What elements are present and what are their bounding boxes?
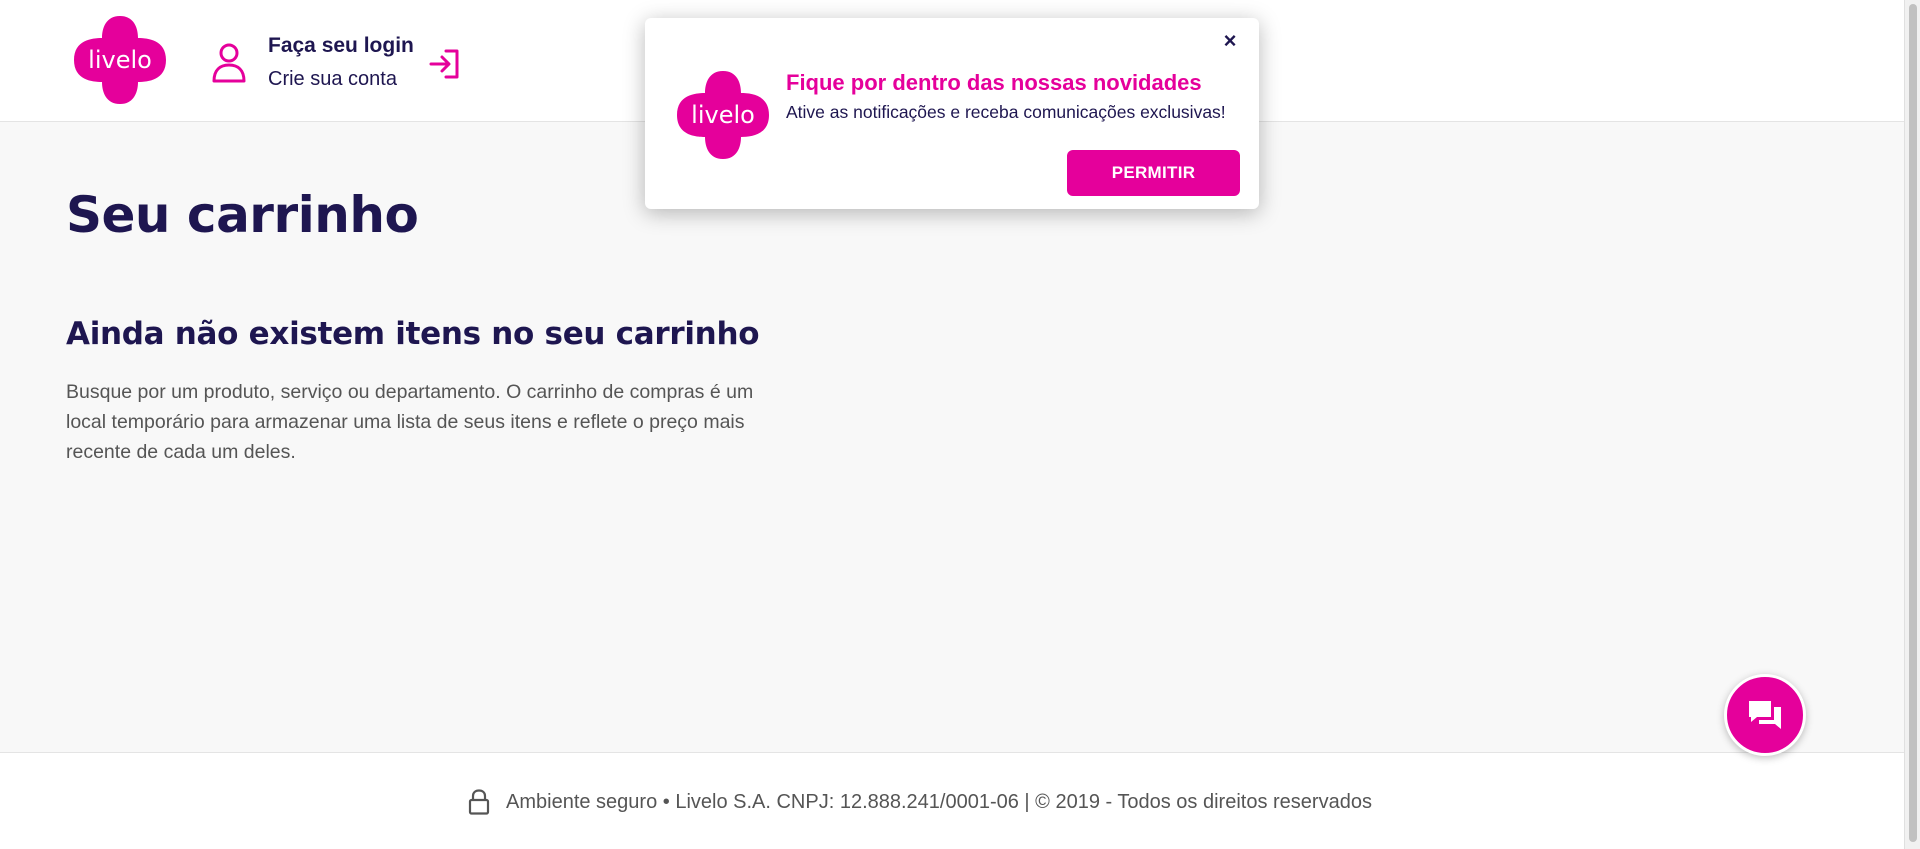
allow-notifications-button[interactable]: PERMITIR bbox=[1067, 150, 1240, 196]
empty-cart-title: Ainda não existem itens no seu carrinho bbox=[66, 316, 760, 352]
empty-cart-description: Busque por um produto, serviço ou depart… bbox=[66, 381, 754, 463]
footer-legal-text: Ambiente seguro • Livelo S.A. CNPJ: 12.8… bbox=[506, 790, 1372, 813]
scrollbar-thumb[interactable] bbox=[1909, 4, 1917, 842]
user-icon bbox=[210, 42, 248, 84]
popup-subtitle: Ative as notificações e receba comunicaç… bbox=[786, 102, 1226, 122]
notification-popup: × livelo Fique por dentro das nossas nov… bbox=[645, 18, 1259, 209]
popup-title: Fique por dentro das nossas novidades bbox=[786, 70, 1202, 95]
page-scrollbar[interactable] bbox=[1904, 0, 1920, 849]
chat-button[interactable] bbox=[1724, 674, 1806, 756]
close-icon[interactable]: × bbox=[1219, 30, 1241, 52]
page-title: Seu carrinho bbox=[66, 186, 419, 244]
login-area: Faça seu login Crie sua conta bbox=[210, 30, 462, 96]
livelo-logo-popup: livelo bbox=[675, 68, 771, 162]
svg-text:livelo: livelo bbox=[88, 46, 152, 74]
svg-text:livelo: livelo bbox=[691, 101, 755, 129]
login-link[interactable]: Faça seu login bbox=[268, 30, 414, 62]
site-footer: Ambiente seguro • Livelo S.A. CNPJ: 12.8… bbox=[0, 752, 1904, 849]
lock-icon bbox=[468, 789, 490, 815]
signup-link[interactable]: Crie sua conta bbox=[268, 62, 414, 96]
livelo-logo[interactable]: livelo bbox=[72, 14, 168, 106]
sign-in-icon[interactable] bbox=[428, 47, 462, 81]
chat-icon bbox=[1745, 695, 1785, 735]
